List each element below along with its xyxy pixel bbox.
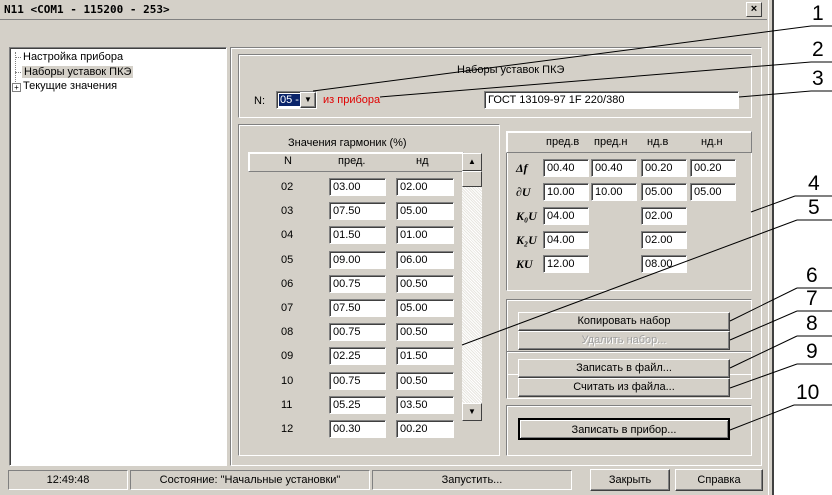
callout-label-4: 4 (808, 172, 820, 195)
callout-line-9 (729, 363, 798, 389)
callout-label-5: 5 (808, 196, 820, 219)
callout-line-8 (729, 335, 798, 369)
callout-line-4 (750, 195, 796, 213)
callout-label-3: 3 (812, 67, 824, 90)
callout-label-1: 1 (812, 2, 824, 25)
callout-lines (312, 25, 832, 431)
callout-line-2 (379, 61, 812, 98)
callout-line-5 (461, 219, 798, 346)
callout-label-6: 6 (806, 264, 818, 287)
callout-line-10 (729, 404, 795, 431)
callout-label-10: 10 (796, 381, 820, 404)
callout-label-8: 8 (806, 312, 818, 335)
callout-label-2: 2 (812, 38, 824, 61)
callout-line-7 (729, 310, 798, 341)
callout-label-7: 7 (806, 287, 818, 310)
callout-line-1 (312, 25, 812, 92)
callout-line-6 (729, 287, 798, 322)
callout-line-3 (738, 90, 812, 98)
callout-label-9: 9 (806, 340, 818, 363)
